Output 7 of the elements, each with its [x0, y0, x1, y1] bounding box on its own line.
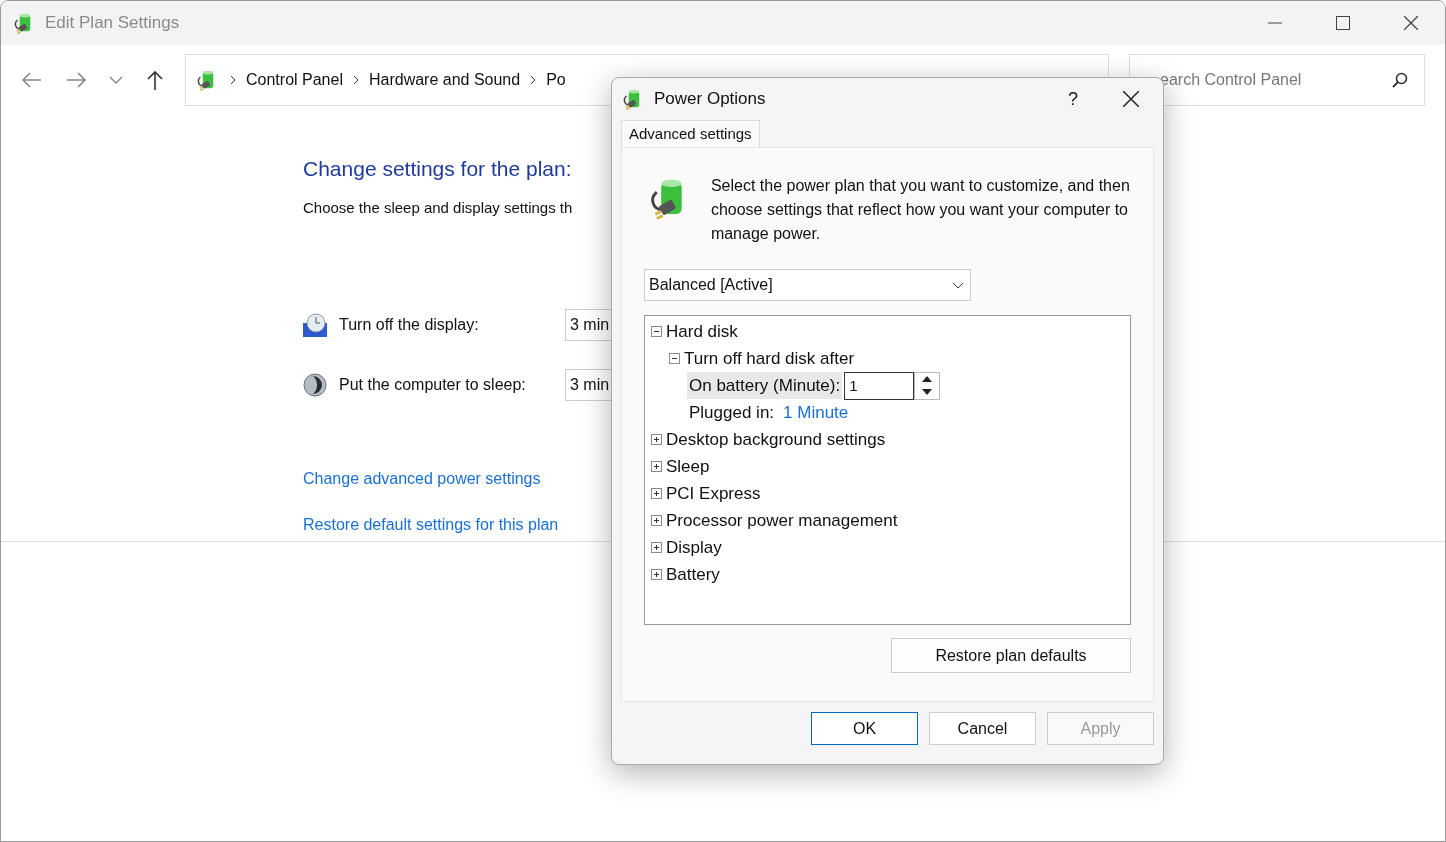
setting-label: Turn off the display:	[339, 315, 480, 335]
page-heading: Change settings for the plan:	[303, 156, 572, 182]
intro-text: Select the power plan that you want to customize, and then choose settings that reflect how you want your computer to manage power.	[710, 176, 1131, 244]
dialog-title: Power Options	[654, 88, 766, 111]
window-title: Edit Plan Settings	[45, 12, 180, 35]
setting-label: Put the computer to sleep:	[339, 375, 527, 395]
page-description: Choose the sleep and display settings th	[303, 197, 573, 218]
